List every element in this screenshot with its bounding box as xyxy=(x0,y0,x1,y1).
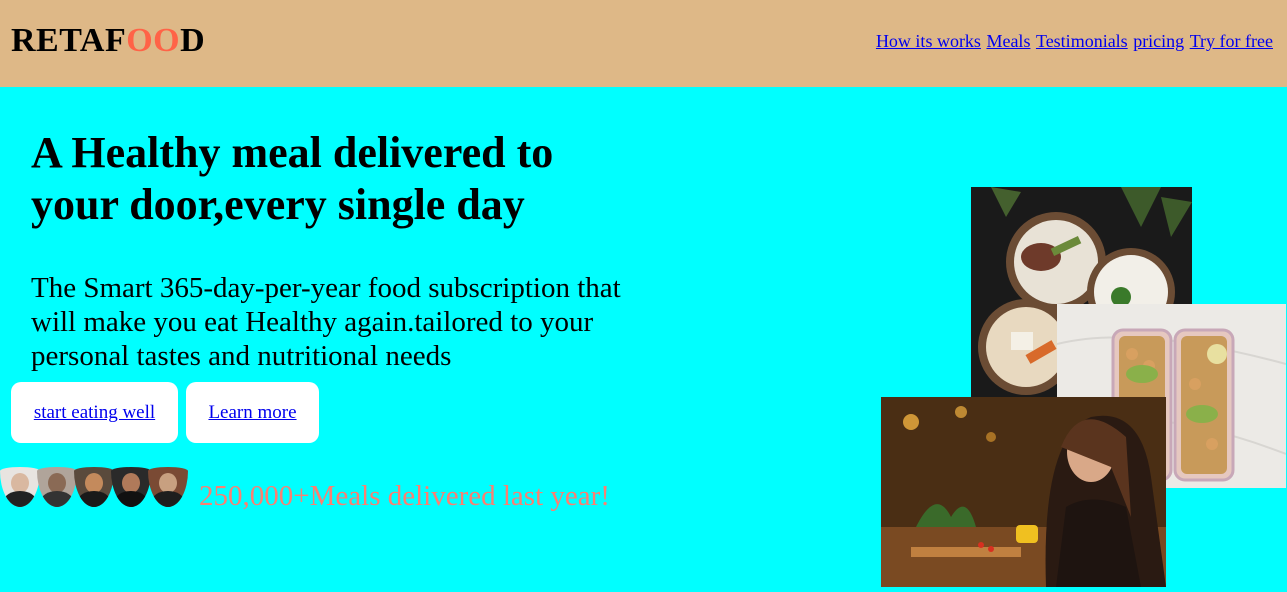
start-eating-well-button[interactable]: start eating well xyxy=(11,382,178,443)
nav-link-testimonials[interactable]: Testimonials xyxy=(1036,31,1128,51)
logo[interactable]: RETAFOOD xyxy=(11,22,205,60)
avatar xyxy=(0,467,40,507)
hero-headline: A Healthy meal delivered to your door,ev… xyxy=(31,128,554,229)
nav-link-pricing[interactable]: pricing xyxy=(1133,31,1184,51)
avatar xyxy=(74,467,114,507)
hero-section: A Healthy meal delivered to your door,ev… xyxy=(0,87,1287,592)
start-eating-well-link[interactable]: start eating well xyxy=(34,402,155,424)
avatar xyxy=(111,467,151,507)
nav-link-meals[interactable]: Meals xyxy=(986,31,1030,51)
nav-link-how-it-works[interactable]: How its works xyxy=(876,31,981,51)
logo-text-accent: OO xyxy=(126,22,181,59)
logo-text-end: D xyxy=(180,22,206,59)
main-nav: How its works Meals Testimonials pricing… xyxy=(875,31,1273,52)
avatar xyxy=(37,467,77,507)
logo-text-start: RETAF xyxy=(11,22,127,59)
customer-avatars xyxy=(0,467,188,507)
meals-delivered-stat: 250,000+Meals delivered last year! xyxy=(199,480,610,512)
nav-link-try-for-free[interactable]: Try for free xyxy=(1190,31,1273,51)
site-header: RETAFOOD How its works Meals Testimonial… xyxy=(0,0,1287,87)
learn-more-link[interactable]: Learn more xyxy=(208,402,296,424)
woman-eating-photo xyxy=(881,397,1166,587)
learn-more-button[interactable]: Learn more xyxy=(186,382,319,443)
avatar xyxy=(148,467,188,507)
hero-subtitle: The Smart 365-day-per-year food subscrip… xyxy=(31,272,621,372)
